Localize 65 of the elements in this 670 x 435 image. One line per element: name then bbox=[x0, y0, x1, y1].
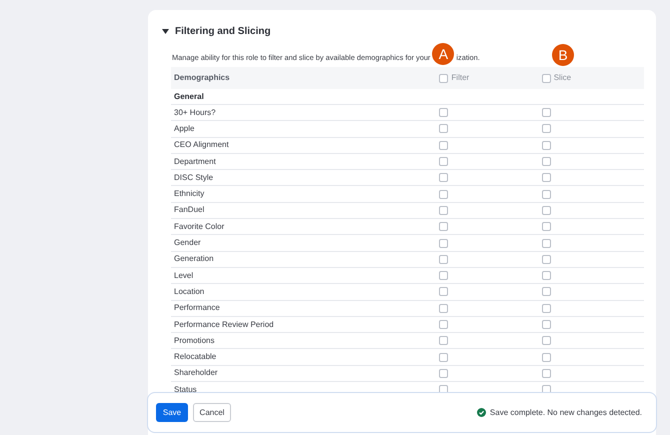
demographic-label: Department bbox=[174, 156, 216, 166]
callout-badge: A bbox=[432, 43, 454, 65]
checkbox[interactable] bbox=[542, 206, 551, 215]
checkbox[interactable] bbox=[542, 222, 551, 232]
checkbox[interactable] bbox=[439, 190, 448, 199]
checkbox[interactable] bbox=[439, 124, 448, 134]
checkbox[interactable] bbox=[439, 368, 448, 378]
demographic-label: Favorite Color bbox=[174, 222, 224, 231]
checkbox[interactable] bbox=[542, 173, 551, 182]
checkbox[interactable] bbox=[439, 173, 448, 182]
checkbox[interactable] bbox=[542, 124, 551, 134]
checkbox[interactable] bbox=[542, 352, 551, 362]
checkbox[interactable] bbox=[542, 336, 551, 346]
collapse-caret-icon[interactable] bbox=[162, 29, 169, 34]
column-header: Slice bbox=[554, 72, 572, 84]
checkbox[interactable] bbox=[542, 287, 551, 296]
demographic-label: Shareholder bbox=[174, 368, 218, 378]
demographic-label: 30+ Hours? bbox=[174, 108, 216, 117]
group-label: General bbox=[174, 90, 204, 102]
status-message: Save complete. No new changes detected. bbox=[490, 406, 642, 418]
demographic-label: Gender bbox=[174, 238, 201, 248]
checkbox[interactable] bbox=[439, 238, 448, 248]
checkbox[interactable] bbox=[439, 206, 448, 215]
demographic-label: Location bbox=[174, 286, 204, 296]
checkbox[interactable] bbox=[439, 271, 448, 280]
column-header: Filter bbox=[451, 72, 470, 84]
checkbox[interactable] bbox=[542, 108, 551, 118]
demographic-label: Promotions bbox=[174, 336, 214, 345]
demographic-label: DISC Style bbox=[174, 172, 214, 182]
checkbox[interactable] bbox=[542, 254, 551, 264]
checkbox[interactable] bbox=[439, 320, 448, 329]
callout-badge: B bbox=[552, 44, 574, 66]
demographic-label: Status bbox=[174, 384, 197, 394]
checkbox[interactable] bbox=[542, 304, 551, 313]
checkbox[interactable] bbox=[542, 368, 551, 378]
checkbox[interactable] bbox=[542, 190, 551, 199]
checkbox[interactable] bbox=[439, 287, 448, 296]
section-title: Filtering and Slicing bbox=[175, 25, 271, 39]
demographic-label: Relocatable bbox=[174, 352, 216, 362]
checkbox[interactable] bbox=[439, 254, 448, 264]
checkbox[interactable] bbox=[439, 140, 448, 150]
checkbox[interactable] bbox=[542, 140, 551, 150]
checkbox[interactable] bbox=[542, 320, 551, 329]
checkbox[interactable] bbox=[542, 271, 551, 280]
select-all-checkbox[interactable] bbox=[439, 74, 448, 82]
save-button[interactable]: Save bbox=[156, 403, 188, 422]
demographic-label: FanDuel bbox=[174, 205, 204, 214]
select-all-checkbox[interactable] bbox=[542, 74, 551, 82]
checkbox[interactable] bbox=[439, 157, 448, 166]
demographic-label: CEO Alignment bbox=[174, 140, 229, 150]
demographic-label: Ethnicity bbox=[174, 189, 204, 198]
checkbox[interactable] bbox=[542, 157, 551, 166]
demographic-label: Performance bbox=[174, 303, 220, 312]
checkbox[interactable] bbox=[542, 238, 551, 248]
demographic-label: Apple bbox=[174, 124, 194, 133]
demographic-label: Level bbox=[174, 270, 194, 280]
checkbox[interactable] bbox=[439, 304, 448, 313]
checkbox[interactable] bbox=[439, 222, 448, 232]
column-header: Demographics bbox=[174, 73, 230, 82]
demographic-label: Generation bbox=[174, 254, 214, 264]
cancel-button[interactable]: Cancel bbox=[193, 403, 231, 422]
checkbox[interactable] bbox=[439, 108, 448, 118]
demographic-label: Performance Review Period bbox=[174, 320, 274, 328]
checkbox[interactable] bbox=[439, 352, 448, 362]
checkbox[interactable] bbox=[439, 336, 448, 346]
